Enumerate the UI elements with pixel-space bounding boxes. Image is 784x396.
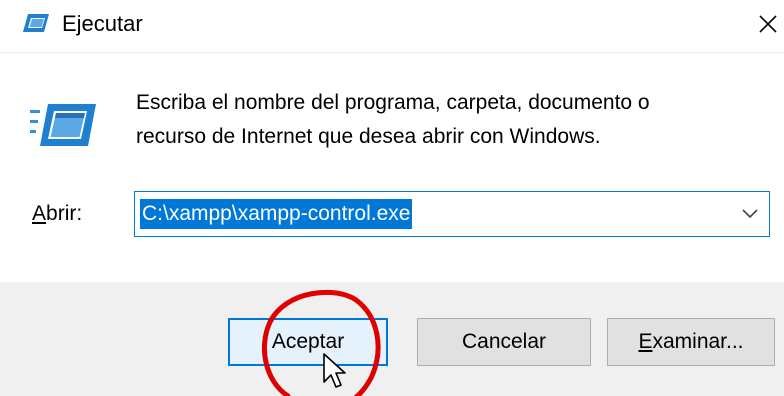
accept-button[interactable]: Aceptar <box>228 318 388 366</box>
chevron-down-icon <box>742 209 758 219</box>
description: Escriba el nombre del programa, carpeta,… <box>136 86 756 154</box>
close-icon <box>759 15 777 33</box>
open-input-value[interactable]: C:\xampp\xampp-control.exe <box>140 199 413 229</box>
browse-mnemonic: E <box>638 330 653 353</box>
run-dialog: Ejecutar Escriba el nombre del programa,… <box>0 0 784 396</box>
title-divider <box>0 52 784 53</box>
run-dialog-icon <box>23 14 49 32</box>
cancel-button[interactable]: Cancelar <box>417 318 591 366</box>
browse-button[interactable]: Examinar... <box>607 318 775 366</box>
dropdown-button[interactable] <box>737 201 763 227</box>
button-bar: Aceptar Cancelar Examinar... <box>0 282 784 396</box>
open-combobox[interactable]: C:\xampp\xampp-control.exe <box>134 191 770 237</box>
run-program-icon <box>30 104 96 146</box>
browse-label: xaminar... <box>652 330 744 353</box>
window-title: Ejecutar <box>62 11 143 36</box>
open-label: Abrir: <box>32 200 82 228</box>
description-line-2: recurso de Internet que desea abrir con … <box>136 125 601 148</box>
description-line-1: Escriba el nombre del programa, carpeta,… <box>136 91 650 114</box>
open-label-mnemonic: A <box>32 202 47 225</box>
close-button[interactable] <box>752 8 784 40</box>
title-bar[interactable]: Ejecutar <box>0 0 784 52</box>
open-label-text: brir: <box>46 202 83 225</box>
